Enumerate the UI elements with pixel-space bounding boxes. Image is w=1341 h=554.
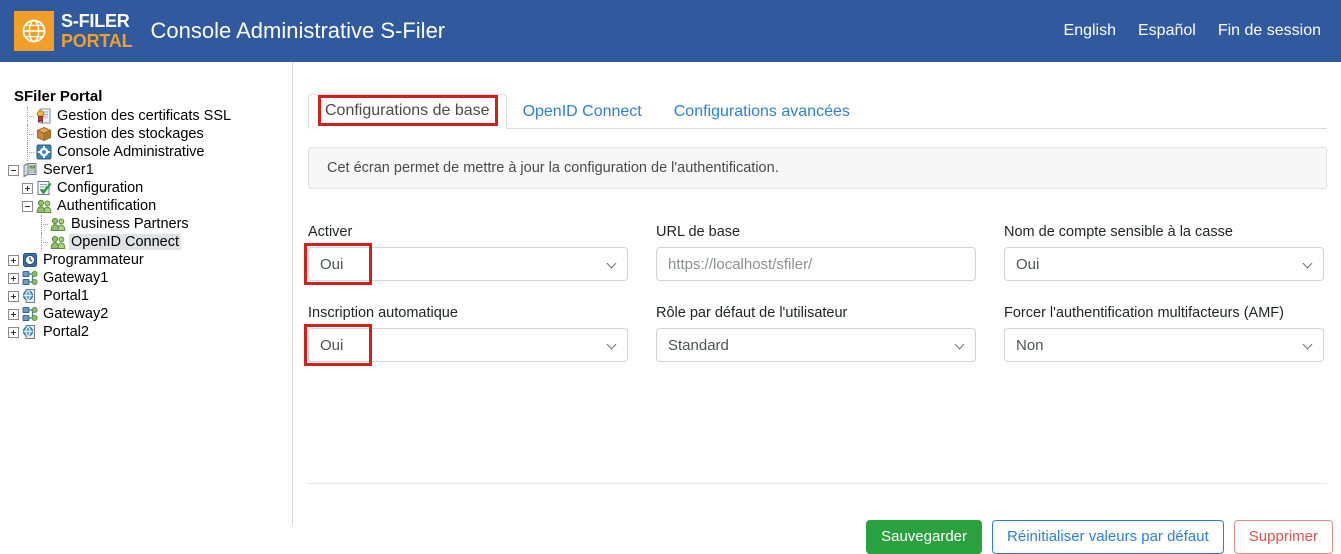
tab-bar: Configurations de base OpenID Connect Co… [308,93,1327,129]
brand-logo[interactable]: S-FILER PORTAL [14,11,133,51]
tree-item-configuration[interactable]: Configuration [0,179,292,197]
field-role-defaut: Rôle par défaut de l'utilisateur Standar… [656,305,1004,362]
certificate-icon [36,108,53,124]
portal-icon [22,324,39,340]
field-label: Inscription automatique [308,305,458,321]
checklist-icon [36,180,53,196]
field-label: Activer [308,224,353,240]
tree-item-portal2[interactable]: Portal2 [0,323,292,341]
tab-openid-connect[interactable]: OpenID Connect [507,96,658,129]
tree-item-authentification[interactable]: Authentification [0,197,292,215]
tree-item-label: Gestion des certificats SSL [57,108,232,124]
tree-item-gestion-des-certificats-ssl[interactable]: Gestion des certificats SSL [0,107,292,125]
field-nom-compte-casse: Nom de compte sensible à la casse Oui [1004,224,1341,281]
tree-item-gateway1[interactable]: Gateway1 [0,269,292,287]
tab-configurations-avancees[interactable]: Configurations avancées [658,96,866,129]
expand-icon[interactable] [22,182,33,194]
collapse-icon[interactable] [22,200,33,212]
field-inscription-automatique: Inscription automatique Oui [304,305,656,366]
url-de-base-input[interactable]: https://localhost/sfiler/ [656,247,976,281]
package-icon [36,126,53,142]
field-forcer-amf: Forcer l'authentification multifacteurs … [1004,305,1341,362]
delete-button[interactable]: Supprimer [1233,520,1333,554]
header-nav: English Español Fin de session [1064,22,1321,40]
field-url-de-base: URL de base https://localhost/sfiler/ [656,224,1004,281]
inscription-automatique-select[interactable]: Oui [308,328,628,362]
tree-branch-line [36,215,50,233]
lang-english-link[interactable]: English [1064,22,1116,40]
clock-icon [22,252,39,268]
tree-item-label: Configuration [57,180,144,196]
tree-node-list: Gestion des certificats SSL Gestion des s… [0,107,292,341]
tree-item-business-partners[interactable]: Business Partners [0,215,292,233]
field-label: URL de base [656,224,741,240]
server-icon [22,162,39,178]
activer-select[interactable]: Oui [308,247,628,281]
form-row-1: Activer Oui URL de base https://localhos… [304,224,1327,285]
tree-item-gateway2[interactable]: Gateway2 [0,305,292,323]
expand-icon[interactable] [8,254,19,266]
expand-icon[interactable] [8,326,19,338]
role-defaut-select[interactable]: Standard [656,328,976,362]
forcer-amf-select[interactable]: Non [1004,328,1324,362]
tree-item-server1[interactable]: Server1 [0,161,292,179]
tree-item-label: Gateway1 [43,270,109,286]
tree-root-label: SFiler Portal [14,88,103,105]
field-activer: Activer Oui [304,224,656,285]
gear-icon [36,144,53,160]
tree-item-gestion-des-stockages[interactable]: Gestion des stockages [0,125,292,143]
logo-text-secondary: PORTAL [61,31,133,51]
save-button[interactable]: Sauvegarder [866,520,983,554]
tab-configurations-de-base[interactable]: Configurations de base [308,94,507,129]
info-banner: Cet écran permet de mettre à jour la con… [308,147,1327,189]
field-label: Forcer l'authentification multifacteurs … [1004,305,1284,321]
tree-branch-line [22,125,36,143]
network-icon [22,270,39,286]
section-divider [308,483,1327,484]
tree-item-label: Authentification [57,198,157,214]
expand-icon[interactable] [8,290,19,302]
tree-item-portal1[interactable]: Portal1 [0,287,292,305]
configuration-form: Activer Oui URL de base https://localhos… [304,224,1327,386]
tree-item-label: Portal2 [43,324,89,340]
tree-branch-line [22,143,36,161]
tree-item-label: Server1 [43,162,94,178]
collapse-icon[interactable] [8,164,19,176]
tree-item-label: Gateway2 [43,306,109,322]
globe-icon [14,11,54,51]
app-header: S-FILER PORTAL Console Administrative S-… [0,0,1341,62]
users-icon [36,198,53,214]
tree-item-label: Business Partners [71,216,189,232]
portal-icon [22,288,39,304]
logo-text-primary: S-FILER [61,11,130,31]
expand-icon[interactable] [8,272,19,284]
tree-item-label: Portal1 [43,288,89,304]
users-icon [50,216,67,232]
tree-item-label: Programmateur [43,252,144,268]
network-icon [22,306,39,322]
main-content: Configurations de base OpenID Connect Co… [294,62,1341,554]
users-icon [50,234,67,250]
tree-item-label: Console Administrative [57,144,205,160]
tree-item-label: Gestion des stockages [57,126,204,142]
field-label: Nom de compte sensible à la casse [1004,224,1233,240]
form-row-2: Inscription automatique Oui Rôle par déf… [304,305,1327,366]
field-label: Rôle par défaut de l'utilisateur [656,305,848,321]
reset-defaults-button[interactable]: Réinitialiser valeurs par défaut [992,520,1224,554]
tree-branch-line [36,233,50,251]
tree-item-console-administrative[interactable]: Console Administrative [0,143,292,161]
tree-branch-line [22,107,36,125]
tree-item-label: OpenID Connect [69,234,182,250]
tree-item-programmateur[interactable]: Programmateur [0,251,292,269]
sidebar-tree[interactable]: SFiler Portal Gestion des certificats SS… [0,62,293,525]
tree-item-openid-connect[interactable]: OpenID Connect [0,233,292,251]
nom-compte-casse-select[interactable]: Oui [1004,247,1324,281]
action-buttons: Sauvegarder Réinitialiser valeurs par dé… [866,520,1333,554]
lang-espanol-link[interactable]: Español [1138,22,1196,40]
logout-link[interactable]: Fin de session [1218,22,1321,40]
expand-icon[interactable] [8,308,19,320]
page-title: Console Administrative S-Filer [150,18,446,43]
